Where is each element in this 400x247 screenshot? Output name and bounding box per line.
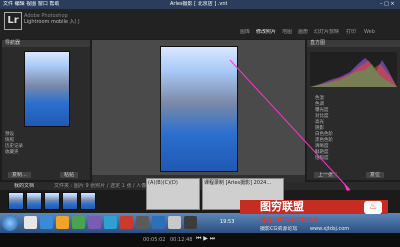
app-icon[interactable] bbox=[168, 216, 181, 229]
navigator-header[interactable]: 导航器 bbox=[2, 40, 90, 47]
panel-section-collections[interactable]: 收藏夹 bbox=[2, 150, 90, 156]
player-total-time: 00:12:48 bbox=[170, 237, 193, 243]
navigator-preview[interactable] bbox=[24, 51, 70, 127]
filmstrip-thumb[interactable] bbox=[26, 192, 42, 210]
task-preview-1-title: (A)(B)(C)(D) bbox=[148, 180, 178, 186]
watermark: 图穷联盟 ♨ QQ:985303259 摄影CG资源论坛 www.xjtdsj.… bbox=[240, 200, 388, 239]
watermark-qq: QQ:985303259 bbox=[260, 216, 319, 224]
copy-button[interactable]: 复制... bbox=[8, 172, 31, 178]
app-icon[interactable] bbox=[136, 216, 149, 229]
window-menu[interactable]: 文件 编辑 视图 窗口 帮助 bbox=[3, 1, 59, 7]
app-subtitle: Lightroom mobile 入门 bbox=[24, 19, 80, 25]
taskbar-clock: 19:53 bbox=[220, 219, 235, 225]
module-map[interactable]: 地图 bbox=[282, 29, 292, 35]
window-controls[interactable]: – □ × bbox=[380, 1, 395, 7]
left-panel: 导航器 预设 快照 历史记录 收藏夹 bbox=[2, 40, 90, 180]
module-print[interactable]: 打印 bbox=[346, 29, 356, 35]
filmstrip-thumb[interactable] bbox=[80, 192, 96, 210]
folder-icon[interactable] bbox=[56, 216, 69, 229]
filmstrip-source[interactable]: 我的文档 bbox=[14, 183, 34, 189]
menu-edit[interactable]: 编辑 bbox=[15, 1, 25, 7]
filmstrip-thumb[interactable] bbox=[8, 192, 24, 210]
window-title: Arles摄影 [ 北京店 ] .vnt bbox=[170, 1, 228, 7]
lightroom-taskbar-icon[interactable] bbox=[152, 216, 165, 229]
menu-window[interactable]: 窗口 bbox=[38, 1, 48, 7]
module-book[interactable]: 画册 bbox=[298, 29, 308, 35]
filmstrip-thumb[interactable] bbox=[44, 192, 60, 210]
explorer-icon[interactable] bbox=[24, 216, 37, 229]
player-current-time: 00:05:02 bbox=[143, 237, 166, 243]
watermark-url: www.xjtdsj.com bbox=[310, 226, 350, 232]
lightroom-logo: Lr bbox=[4, 12, 22, 30]
module-develop[interactable]: 修改照片 bbox=[256, 29, 276, 35]
app-icon[interactable] bbox=[88, 216, 101, 229]
watermark-site-label: 摄影CG资源论坛 bbox=[260, 226, 298, 232]
annotation-arrow bbox=[229, 59, 351, 191]
browser-icon[interactable] bbox=[40, 216, 53, 229]
menu-help[interactable]: 帮助 bbox=[49, 1, 59, 7]
menu-view[interactable]: 视图 bbox=[26, 1, 36, 7]
play-controls[interactable]: ⏮ ▶ ⏭ bbox=[196, 236, 215, 242]
filmstrip-thumb[interactable] bbox=[62, 192, 78, 210]
menu-file[interactable]: 文件 bbox=[3, 1, 13, 7]
start-button[interactable] bbox=[2, 215, 18, 231]
app-icon[interactable] bbox=[104, 216, 117, 229]
app-icon[interactable] bbox=[184, 216, 197, 229]
module-library[interactable]: 图库 bbox=[240, 29, 250, 35]
task-preview-1[interactable]: (A)(B)(C)(D) bbox=[146, 178, 200, 210]
paste-button[interactable]: 粘贴 bbox=[60, 172, 79, 178]
flame-icon: ♨ bbox=[364, 201, 382, 214]
module-slideshow[interactable]: 幻灯片放映 bbox=[314, 29, 339, 35]
app-icon[interactable] bbox=[72, 216, 85, 229]
window-title-bar: 文件 编辑 视图 窗口 帮助 Arles摄影 [ 北京店 ] .vnt – □ … bbox=[0, 0, 400, 9]
module-web[interactable]: Web bbox=[364, 29, 375, 35]
app-icon[interactable] bbox=[120, 216, 133, 229]
